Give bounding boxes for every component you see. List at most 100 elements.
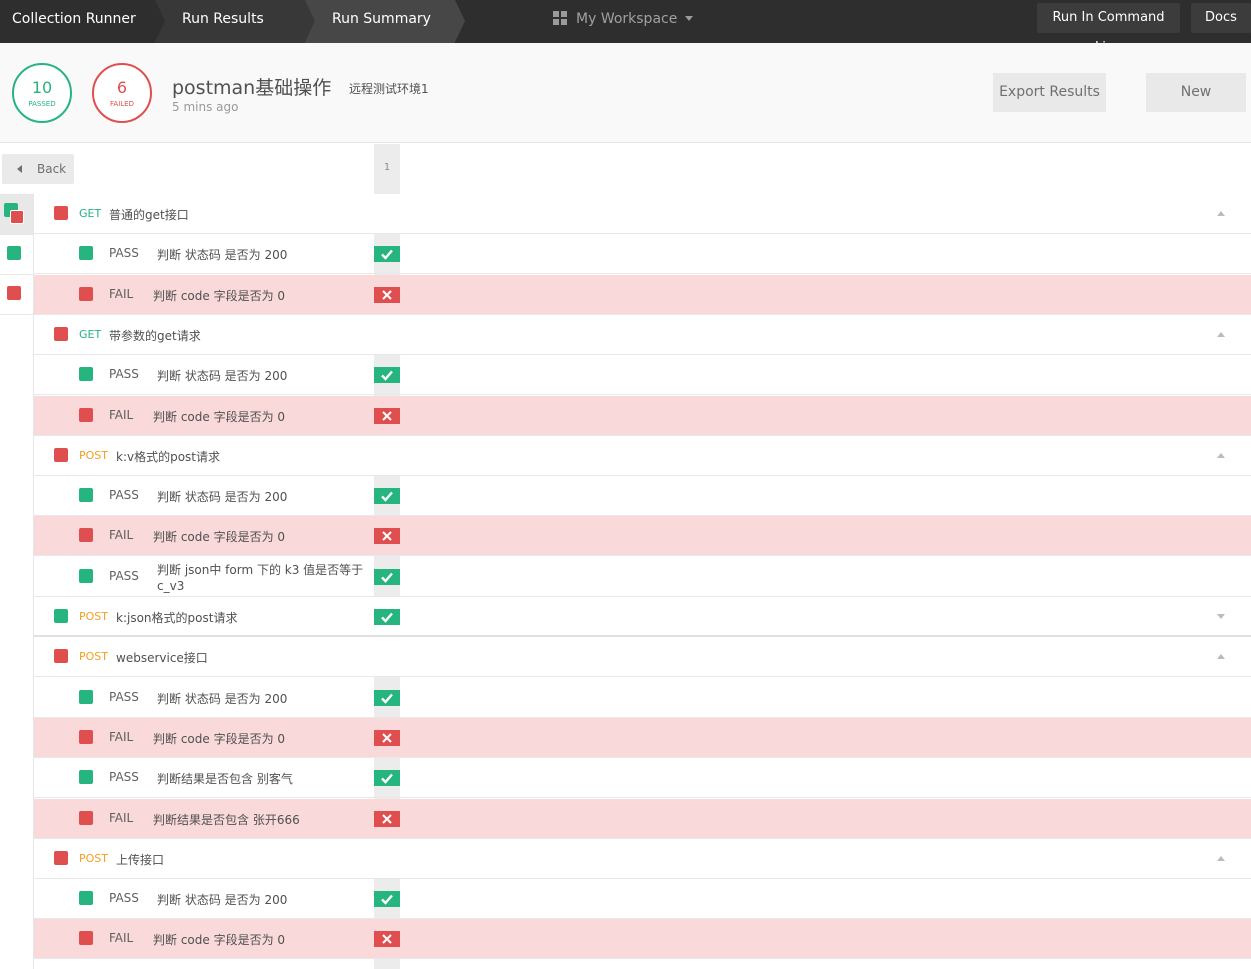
fail-status-icon [54,327,68,341]
iteration-fail-cell [374,811,400,827]
test-result: FAIL [109,528,134,542]
request-row[interactable]: GET 带参数的get请求 [34,315,1251,355]
test-result: PASS [109,770,139,784]
test-row[interactable]: PASS 判断 状态码 是否为 200 [34,234,1251,274]
workspace-label: My Workspace [576,11,678,27]
iteration-pass-cell [374,891,400,907]
fail-status-icon [79,811,93,825]
back-button[interactable]: Back [2,154,74,184]
test-result: FAIL [109,730,134,744]
fail-status-icon [54,649,68,663]
request-row[interactable]: POST k:json格式的post请求 [34,597,1251,637]
request-method: POST [79,610,108,623]
iteration-pass-cell [374,770,400,786]
iteration-number[interactable]: 1 [374,162,400,173]
export-results-button[interactable]: Export Results [993,73,1106,112]
test-result: PASS [109,690,139,704]
test-row[interactable]: FAIL 判断 code 字段是否为 0 [34,718,1251,758]
test-result: PASS [109,891,139,905]
iteration-fail-cell [374,528,400,544]
crumb-collection-runner[interactable]: Collection Runner [0,0,165,43]
assertion-name: 判断 状态码 是否为 200 [157,369,288,383]
request-row[interactable]: POST webservice接口 [34,637,1251,677]
crumb-run-summary[interactable]: Run Summary [305,0,465,43]
run-in-command-line-button[interactable]: Run In Command Line [1037,3,1180,55]
test-result: FAIL [109,287,134,301]
request-method: POST [79,650,108,663]
request-method: POST [79,449,108,462]
failed-count: 6 [116,78,128,97]
request-row[interactable]: POST 上传接口 [34,839,1251,879]
assertion-name: 判断 状态码 是否为 200 [157,490,288,504]
filter-failed[interactable] [0,275,33,315]
assertion-name: 判断 状态码 是否为 200 [157,893,288,907]
request-name: 上传接口 [116,853,165,867]
test-row[interactable]: FAIL 判断结果是否包含 张开666 [34,799,1251,839]
expand-caret-icon[interactable] [1217,614,1225,619]
iteration-fail-cell [374,730,400,746]
test-row[interactable]: PASS 判断 状态码 是否为 200 [34,879,1251,919]
test-row[interactable]: PASS 判断 json中 form 下的 k3 值是否等于 c_v3 [34,557,1251,597]
failed-count-badge: 6 FAILED [92,63,152,123]
filter-all[interactable] [0,195,33,235]
collapse-caret-icon[interactable] [1217,654,1225,659]
fail-status-icon [79,528,93,542]
fail-status-icon [79,408,93,422]
pass-status-icon [79,569,93,583]
docs-button[interactable]: Docs [1191,3,1251,33]
collapse-caret-icon[interactable] [1217,453,1225,458]
pass-status-icon [79,367,93,381]
fail-status-icon [54,851,68,865]
top-nav: Collection Runner Run Results Run Summar… [0,0,1251,55]
test-row[interactable]: FAIL 判断 code 字段是否为 0 [34,275,1251,315]
new-button[interactable]: New [1146,73,1246,112]
test-row[interactable]: FAIL 判断 code 字段是否为 0 [34,516,1251,556]
test-row[interactable]: FAIL 判断 code 字段是否为 0 [34,396,1251,436]
pass-status-icon [79,690,93,704]
collapse-caret-icon[interactable] [1217,332,1225,337]
crumb-label: Run Results [182,11,264,27]
passed-count: 10 [31,78,53,97]
grid-icon [553,11,567,25]
filter-passed[interactable] [0,235,33,275]
request-method: GET [79,207,102,220]
test-row[interactable]: PASS 判断结果是否包含 别客气 [34,758,1251,798]
request-method: POST [79,852,108,865]
iteration-pass-cell [374,609,400,625]
request-method: GET [79,328,102,341]
request-row[interactable]: GET 普通的get接口 [34,194,1251,234]
test-row[interactable]: PASS 判断 状态码 是否为 200 [34,355,1251,395]
request-name: webservice接口 [116,651,208,665]
iteration-fail-cell [374,408,400,424]
crumb-label: Run Summary [332,11,431,27]
assertion-name: 判断 状态码 是否为 200 [157,248,288,262]
test-result: PASS [109,488,139,502]
assertion-name: 判断结果是否包含 别客气 [157,772,293,786]
test-row[interactable]: PASS 判断 状态码 是否为 200 [34,476,1251,516]
iteration-pass-cell [374,569,400,585]
iteration-pass-cell [374,367,400,383]
assertion-name: 判断 json中 form 下的 k3 值是否等于 c_v3 [157,563,364,593]
test-row[interactable]: FAIL 判断 code 字段是否为 0 [34,919,1251,959]
test-result: PASS [109,367,139,381]
request-row[interactable]: POST k:v格式的post请求 [34,436,1251,476]
pass-status-icon [79,488,93,502]
result-filter-strip [0,195,34,969]
test-row[interactable]: PASS 判断 状态码 是否为 200 [34,678,1251,718]
request-name: 带参数的get请求 [109,329,201,343]
collapse-caret-icon[interactable] [1217,856,1225,861]
collection-name: postman基础操作 [172,77,332,99]
collapse-caret-icon[interactable] [1217,211,1225,216]
crumb-run-results[interactable]: Run Results [155,0,315,43]
environment-name: 远程测试环境1 [349,82,429,96]
assertion-name: 判断 code 字段是否为 0 [153,289,286,303]
request-name: k:json格式的post请求 [116,611,238,625]
fail-square-icon [10,210,24,224]
test-result: FAIL [109,931,134,945]
iteration-pass-cell [374,246,400,262]
assertion-name: 判断结果是否包含 张开666 [153,813,300,827]
test-result: PASS [109,569,139,583]
test-result: FAIL [109,811,134,825]
workspace-selector[interactable]: My Workspace [553,0,694,38]
assertion-name: 判断 code 字段是否为 0 [153,933,286,947]
